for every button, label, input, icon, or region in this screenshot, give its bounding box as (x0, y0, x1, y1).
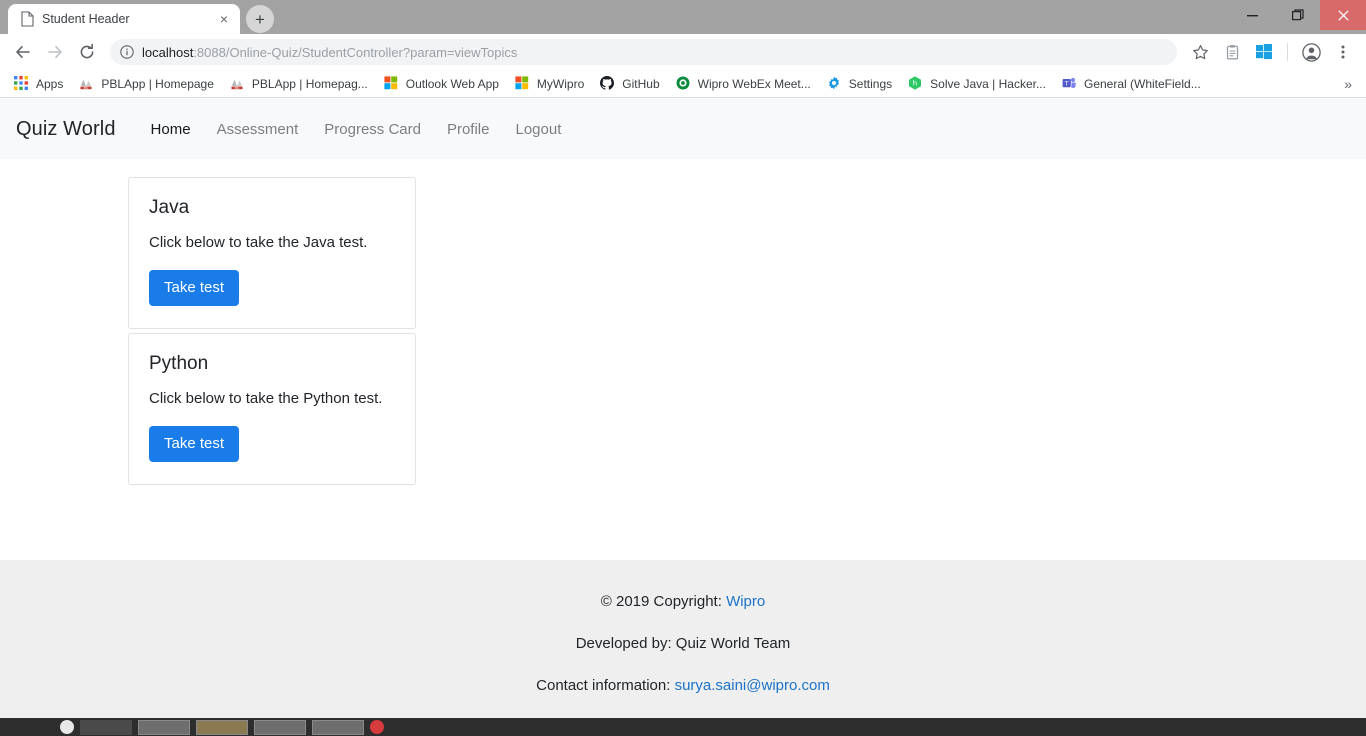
nav-link-logout[interactable]: Logout (503, 121, 575, 138)
topic-card-java: Java Click below to take the Java test. … (128, 177, 416, 329)
github-icon (600, 75, 616, 92)
bookmark-pblapp-homepage-2[interactable]: PBL PBLApp | Homepag... (222, 73, 376, 95)
pbl-icon: PBL (79, 76, 95, 92)
footer-email-link[interactable]: surya.saini@wipro.com (675, 677, 830, 694)
browser-toolbar: localhost:8088/Online-Quiz/StudentContro… (0, 34, 1366, 70)
svg-text:T: T (1064, 79, 1069, 87)
taskbar-item[interactable] (312, 719, 364, 735)
microsoft-extension-icon[interactable] (1249, 37, 1279, 67)
bookmark-label: General (WhiteField... (1083, 76, 1201, 91)
address-bar[interactable]: localhost:8088/Online-Quiz/StudentContro… (110, 39, 1177, 65)
footer-developed-by: Developed by: Quiz World Team (575, 635, 791, 652)
microsoft-squares-icon (515, 75, 531, 92)
topic-card-list: Java Click below to take the Java test. … (128, 177, 416, 485)
minimize-button[interactable] (1230, 0, 1275, 30)
hackerrank-icon: h (908, 75, 924, 92)
new-tab-button[interactable]: + (246, 5, 274, 33)
microsoft-squares-icon (384, 75, 400, 92)
bookmark-pblapp-homepage[interactable]: PBL PBLApp | Homepage (71, 73, 222, 95)
tab-strip: Student Header × + (0, 0, 1366, 34)
navbar-links: Home Assessment Progress Card Profile Lo… (138, 121, 575, 138)
topic-title: Java (149, 197, 190, 218)
footer-contact-text: Contact information: (536, 677, 675, 694)
page-icon (20, 11, 34, 27)
forward-button[interactable] (40, 37, 70, 67)
browser-menu-icon[interactable] (1328, 37, 1358, 67)
profile-avatar-icon[interactable] (1296, 37, 1326, 67)
taskbar-icon[interactable] (370, 720, 384, 734)
bookmark-github[interactable]: GitHub (592, 73, 667, 95)
os-taskbar (0, 718, 1366, 736)
taskbar-item[interactable] (138, 719, 190, 735)
bookmark-outlook-web-app[interactable]: Outlook Web App (376, 73, 507, 95)
site-footer: © 2019 Copyright: Wipro Developed by: Qu… (0, 560, 1366, 718)
url-host: localhost (142, 44, 194, 60)
reload-button[interactable] (72, 37, 102, 67)
bookmark-label: Settings (848, 76, 893, 91)
bookmark-label: Solve Java | Hacker... (930, 76, 1046, 91)
main-content: Java Click below to take the Java test. … (0, 159, 1366, 485)
url-path: :8088/Online-Quiz/StudentController?para… (193, 44, 518, 60)
teams-icon: T (1062, 76, 1078, 92)
maximize-restore-button[interactable] (1275, 0, 1320, 30)
window-controls (1230, 0, 1366, 30)
browser-tab-student-header[interactable]: Student Header × (8, 4, 240, 34)
bookmark-label: Outlook Web App (405, 76, 499, 91)
take-test-button-java[interactable]: Take test (149, 269, 240, 306)
footer-contact: Contact information: surya.saini@wipro.c… (536, 677, 830, 694)
bookmark-apps[interactable]: Apps (6, 73, 71, 95)
clipboard-extension-icon[interactable] (1217, 37, 1247, 67)
apps-grid-icon (14, 75, 30, 92)
toolbar-right-actions (1185, 37, 1358, 67)
close-window-button[interactable] (1320, 0, 1366, 30)
topic-title: Python (149, 352, 209, 374)
svg-text:h: h (913, 79, 917, 87)
bookmark-general-whitefield[interactable]: T General (WhiteField... (1054, 73, 1209, 95)
info-icon[interactable] (120, 45, 134, 59)
bookmark-label: PBLApp | Homepage (101, 76, 214, 91)
browser-window: Student Header × + localhost:8088/Online… (0, 0, 1366, 736)
bookmarks-bar: Apps PBL PBLApp | Homepage PBL PBLApp | … (0, 70, 1366, 98)
address-bar-url: localhost:8088/Online-Quiz/StudentContro… (142, 45, 517, 60)
tab-title: Student Header (42, 12, 130, 26)
bookmark-star-icon[interactable] (1185, 37, 1215, 67)
svg-text:PBL: PBL (84, 85, 89, 89)
nav-link-progress-card[interactable]: Progress Card (311, 121, 434, 138)
gear-icon (827, 76, 843, 92)
taskbar-item[interactable] (196, 719, 248, 735)
bookmark-settings[interactable]: Settings (819, 73, 900, 95)
nav-link-profile[interactable]: Profile (434, 121, 503, 138)
footer-copyright-text: © 2019 Copyright: (600, 593, 727, 610)
site-brand[interactable]: Quiz World (16, 118, 116, 141)
back-button[interactable] (8, 37, 38, 67)
footer-wipro-link[interactable]: Wipro (726, 593, 765, 610)
nav-link-home[interactable]: Home (138, 121, 204, 138)
toolbar-divider (1287, 43, 1288, 61)
bookmark-label: PBLApp | Homepag... (251, 76, 368, 91)
svg-text:PBL: PBL (234, 85, 239, 89)
pbl-icon: PBL (230, 76, 246, 92)
topic-description: Click below to take the Python test. (149, 389, 383, 407)
nav-link-assessment[interactable]: Assessment (204, 121, 312, 138)
topic-description: Click below to take the Java test. (149, 234, 368, 251)
bookmark-wipro-webex-meet[interactable]: Wipro WebEx Meet... (668, 73, 819, 95)
bookmark-label: MyWipro (536, 76, 585, 91)
taskbar-item[interactable] (254, 719, 306, 735)
bookmark-mywipro[interactable]: MyWipro (507, 73, 592, 95)
bookmark-label: Apps (36, 76, 64, 91)
footer-copyright: © 2019 Copyright: Wipro (601, 593, 765, 610)
taskbar-icon[interactable] (60, 720, 74, 734)
bookmarks-overflow-button[interactable]: » (1344, 76, 1360, 92)
topic-card-python: Python Click below to take the Python te… (128, 332, 416, 485)
site-navbar: Quiz World Home Assessment Progress Card… (0, 99, 1366, 159)
bookmark-solve-java-hackerrank[interactable]: h Solve Java | Hacker... (900, 73, 1054, 95)
taskbar-item[interactable] (80, 719, 132, 735)
bookmark-label: GitHub (622, 76, 660, 91)
take-test-button-python[interactable]: Take test (149, 425, 240, 462)
page-content: Quiz World Home Assessment Progress Card… (0, 99, 1366, 718)
webex-icon (676, 76, 692, 92)
close-icon[interactable]: × (216, 11, 232, 27)
bookmark-label: Wipro WebEx Meet... (697, 76, 811, 91)
